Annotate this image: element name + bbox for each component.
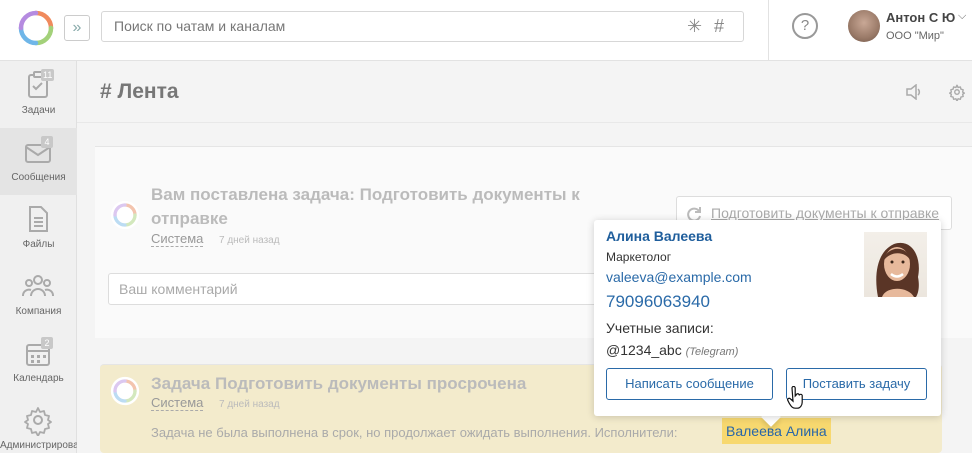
chevron-down-icon[interactable]: ⌵ — [958, 10, 966, 23]
help-icon[interactable]: ? — [792, 13, 818, 39]
expand-sidebar-button[interactable]: » — [64, 15, 90, 41]
file-icon — [29, 206, 48, 232]
sidebar-item-label: Календарь — [13, 373, 64, 384]
sidebar-item-label: Файлы — [22, 239, 55, 250]
sidebar-item-calendar[interactable]: 2 Календарь — [0, 329, 77, 396]
sidebar-item-label: Администрирование — [0, 440, 77, 451]
card-meta: Система 7 дней назад — [151, 231, 280, 247]
app-logo[interactable] — [18, 10, 54, 46]
hand-cursor-icon — [787, 386, 803, 409]
assign-task-button[interactable]: Поставить задачу — [786, 368, 927, 400]
gear-icon — [24, 407, 52, 436]
popup-user-name[interactable]: Алина Валеева — [606, 228, 712, 244]
system-logo-icon — [110, 200, 140, 230]
messages-badge: 4 — [41, 136, 53, 148]
search-input[interactable]: Поиск по чатам и каналам ✳ # — [101, 11, 744, 42]
header-divider — [768, 0, 769, 61]
card-title-line2: отправке — [151, 209, 228, 228]
page-title: # Лента — [100, 80, 179, 103]
sidebar-item-label: Сообщения — [11, 172, 66, 183]
popup-user-role: Маркетолог — [606, 250, 672, 264]
system-logo-icon — [110, 376, 140, 406]
write-message-button[interactable]: Написать сообщение — [606, 368, 773, 400]
card-meta: Система 7 дней назад — [151, 395, 280, 411]
sidebar-item-files[interactable]: Файлы — [0, 195, 77, 262]
user-card-popup: Алина Валеева Маркетолог valeeva@example… — [594, 220, 941, 416]
sidebar: 11 Задачи 4 Сообщения Файлы Компания 2 К… — [0, 61, 77, 453]
sidebar-item-admin[interactable]: Администрирование — [0, 396, 77, 453]
popup-account-network: (Telegram) — [685, 346, 739, 358]
popup-account-entry: @1234_abc (Telegram) — [606, 342, 738, 358]
popup-accounts-label: Учетные записи: — [606, 320, 714, 336]
sidebar-item-tasks[interactable]: 11 Задачи — [0, 61, 77, 128]
double-chevron-right-icon: » — [72, 19, 82, 36]
card-description: Задача не была выполнена в срок, но прод… — [151, 425, 678, 440]
sidebar-item-label: Компания — [15, 306, 62, 317]
sidebar-item-messages[interactable]: 4 Сообщения — [0, 128, 77, 195]
user-avatar[interactable] — [848, 10, 880, 42]
people-icon — [22, 275, 54, 297]
popup-account-handle: @1234_abc — [606, 342, 682, 358]
assignee-link[interactable]: Валеева Алина — [722, 418, 831, 444]
popup-user-photo — [864, 232, 927, 297]
user-name[interactable]: Антон С Ю — [886, 10, 955, 25]
card-title: Вам поставлена задача: Подготовить докум… — [151, 183, 580, 231]
search-placeholder: Поиск по чатам и каналам — [114, 18, 286, 34]
timestamp: 7 дней назад — [218, 399, 280, 410]
user-org: ООО "Мир" — [886, 30, 944, 42]
sidebar-item-label: Задачи — [21, 105, 56, 116]
top-bar: » Поиск по чатам и каналам ✳ # ? Антон С… — [0, 0, 972, 61]
asterisk-icon[interactable]: ✳ — [687, 12, 702, 41]
header-divider — [77, 122, 972, 123]
comment-input[interactable]: Ваш комментарий — [108, 273, 608, 305]
author-link[interactable]: Система — [151, 395, 204, 411]
timestamp: 7 дней назад — [218, 235, 280, 246]
hash-icon[interactable]: # — [714, 12, 724, 41]
card-title-line1: Вам поставлена задача: Подготовить докум… — [151, 185, 580, 204]
sidebar-item-company[interactable]: Компания — [0, 262, 77, 329]
popup-phone-link[interactable]: 79096063940 — [606, 292, 710, 312]
tasks-badge: 11 — [41, 69, 55, 81]
speaker-icon[interactable] — [905, 84, 923, 100]
calendar-badge: 2 — [41, 337, 53, 349]
card-title: Задача Подготовить документы просрочена — [151, 374, 527, 393]
task-link-label: Подготовить документы к отправке — [711, 205, 940, 221]
popup-email-link[interactable]: valeeva@example.com — [606, 269, 752, 285]
settings-gear-icon[interactable] — [948, 83, 966, 101]
author-link[interactable]: Система — [151, 231, 204, 247]
